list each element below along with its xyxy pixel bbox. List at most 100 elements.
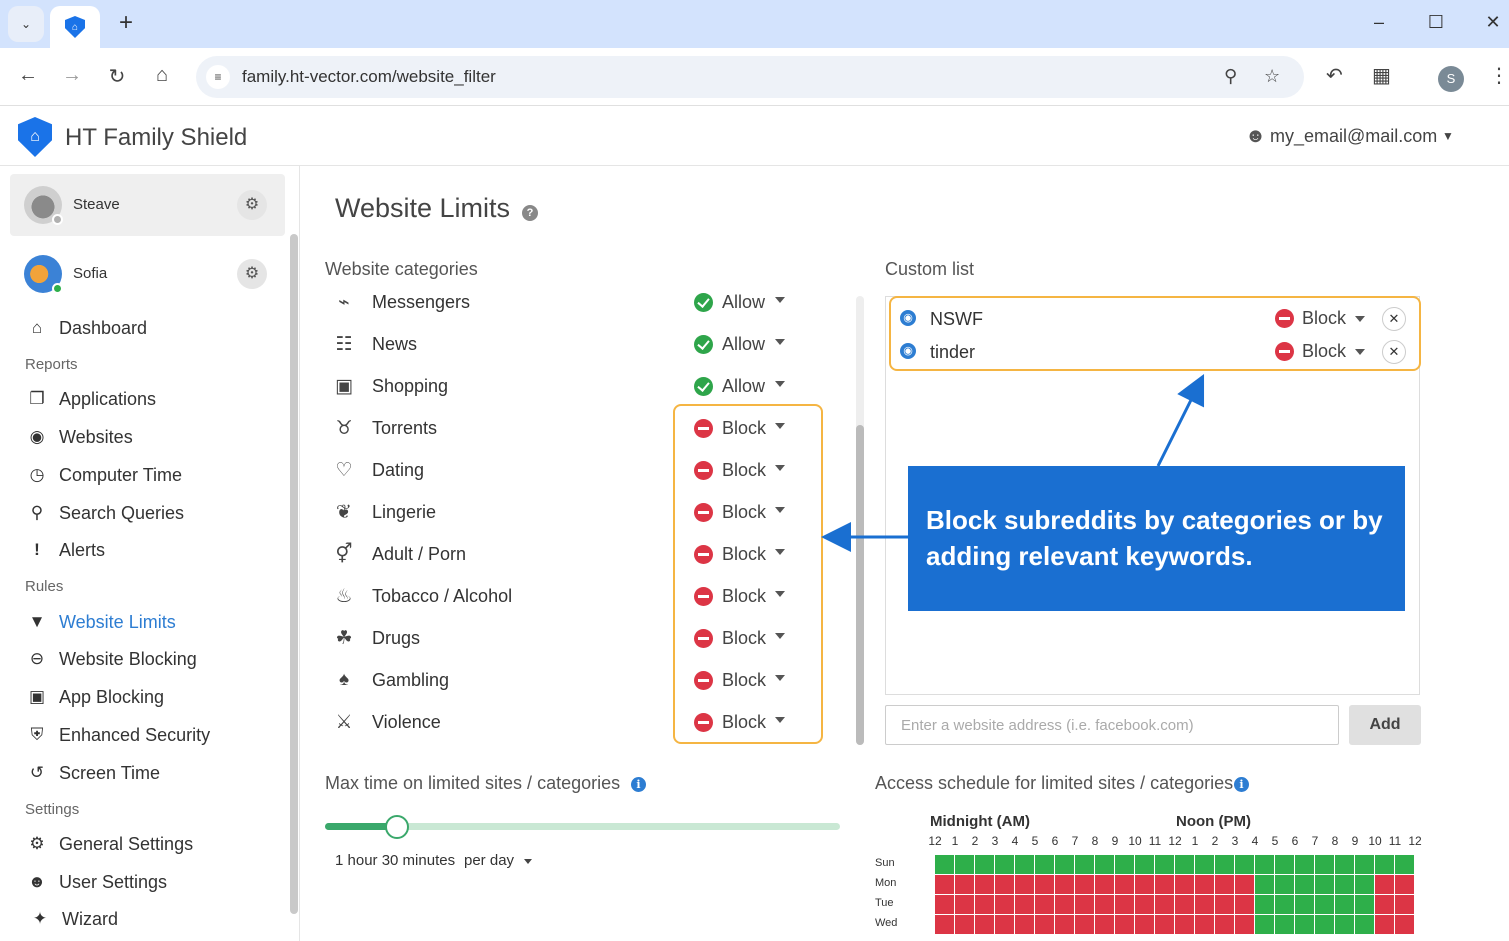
schedule-cell[interactable] [1195, 915, 1214, 934]
schedule-cell[interactable] [1335, 895, 1354, 914]
sidebar-item-websites[interactable]: ◉ Websites [26, 423, 133, 451]
forward-arrow-icon[interactable]: → [59, 64, 85, 87]
schedule-cell[interactable] [1015, 895, 1034, 914]
info-icon[interactable]: i [631, 777, 646, 792]
schedule-cell[interactable] [1055, 855, 1074, 874]
schedule-cell[interactable] [1015, 915, 1034, 934]
child-profile-sofia[interactable]: Sofia ⚙ [10, 243, 285, 305]
schedule-cell[interactable] [1395, 915, 1414, 934]
sidebar-item-website-blocking[interactable]: ⊖ Website Blocking [26, 645, 197, 673]
schedule-cell[interactable] [995, 895, 1014, 914]
sidebar-item-wizard[interactable]: ✦ Wizard [29, 905, 118, 933]
schedule-cell[interactable] [955, 895, 974, 914]
schedule-cell[interactable] [1315, 855, 1334, 874]
schedule-cell[interactable] [1355, 915, 1374, 934]
schedule-cell[interactable] [1115, 875, 1134, 894]
schedule-cell[interactable] [1255, 895, 1274, 914]
schedule-cell[interactable] [1375, 875, 1394, 894]
home-icon[interactable]: ⌂ [149, 64, 175, 87]
schedule-cell[interactable] [1075, 855, 1094, 874]
schedule-cell[interactable] [1235, 915, 1254, 934]
site-info-icon[interactable]: ≡ [206, 65, 230, 89]
schedule-cell[interactable] [1315, 915, 1334, 934]
schedule-cell[interactable] [1275, 875, 1294, 894]
user-email[interactable]: my_email@mail.com [1270, 126, 1437, 147]
sidebar-item-website-limits[interactable]: ▼ Website Limits [26, 608, 176, 636]
schedule-cell[interactable] [1175, 875, 1194, 894]
schedule-cell[interactable] [1075, 875, 1094, 894]
schedule-cell[interactable] [1075, 895, 1094, 914]
schedule-cell[interactable] [935, 875, 954, 894]
schedule-cell[interactable] [1215, 855, 1234, 874]
schedule-cell[interactable] [1275, 855, 1294, 874]
extensions-puzzle-icon[interactable]: ▦ [1372, 63, 1391, 88]
schedule-cell[interactable] [1095, 875, 1114, 894]
reload-icon[interactable]: ↻ [104, 64, 130, 89]
schedule-cell[interactable] [935, 895, 954, 914]
schedule-cell[interactable] [935, 915, 954, 934]
schedule-cell[interactable] [995, 875, 1014, 894]
menu-dots-icon[interactable]: ⋮ [1489, 63, 1509, 88]
schedule-cell[interactable] [1395, 895, 1414, 914]
schedule-cell[interactable] [1075, 915, 1094, 934]
check-circle-icon[interactable] [694, 293, 713, 312]
category-status-select[interactable]: Allow [722, 292, 765, 313]
profile-avatar[interactable]: S [1438, 66, 1464, 92]
schedule-cell[interactable] [1315, 875, 1334, 894]
schedule-cell[interactable] [1255, 875, 1274, 894]
category-scroll-thumb[interactable] [856, 425, 864, 745]
schedule-cell[interactable] [975, 915, 994, 934]
close-icon[interactable]: ✕ [1481, 12, 1505, 33]
help-question-icon[interactable]: ? [522, 205, 538, 221]
schedule-cell[interactable] [975, 875, 994, 894]
child-profile-steave[interactable]: Steave ⚙ [10, 174, 285, 236]
schedule-cell[interactable] [1135, 875, 1154, 894]
browser-tab[interactable]: ⌂ [50, 6, 100, 48]
caret-down-icon[interactable] [775, 381, 785, 387]
schedule-cell[interactable] [1295, 915, 1314, 934]
schedule-cell[interactable] [1275, 895, 1294, 914]
schedule-cell[interactable] [1135, 915, 1154, 934]
sidebar-item-user-settings[interactable]: ☻ User Settings [26, 868, 167, 896]
sidebar-item-applications[interactable]: ❐ Applications [26, 385, 156, 413]
website-address-input[interactable] [885, 705, 1339, 745]
schedule-cell[interactable] [1375, 855, 1394, 874]
schedule-cell[interactable] [955, 915, 974, 934]
new-tab-plus-icon[interactable]: + [112, 10, 140, 38]
sidebar-item-general-settings[interactable]: ⚙ General Settings [26, 830, 193, 858]
schedule-cell[interactable] [1095, 915, 1114, 934]
schedule-cell[interactable] [935, 855, 954, 874]
schedule-cell[interactable] [995, 855, 1014, 874]
schedule-cell[interactable] [1255, 855, 1274, 874]
schedule-cell[interactable] [1295, 875, 1314, 894]
share-back-icon[interactable]: ↶ [1326, 63, 1343, 88]
check-circle-icon[interactable] [694, 377, 713, 396]
schedule-cell[interactable] [1275, 915, 1294, 934]
schedule-cell[interactable] [1355, 875, 1374, 894]
schedule-cell[interactable] [1055, 895, 1074, 914]
schedule-cell[interactable] [1315, 895, 1334, 914]
schedule-cell[interactable] [1055, 875, 1074, 894]
schedule-cell[interactable] [1175, 915, 1194, 934]
caret-down-icon[interactable]: ▼ [1442, 129, 1454, 143]
schedule-cell[interactable] [1235, 855, 1254, 874]
schedule-cell[interactable] [1375, 895, 1394, 914]
sidebar-item-search-queries[interactable]: ⚲ Search Queries [26, 499, 184, 527]
gear-icon[interactable]: ⚙ [237, 190, 267, 220]
schedule-cell[interactable] [1035, 855, 1054, 874]
schedule-cell[interactable] [1135, 855, 1154, 874]
schedule-cell[interactable] [955, 875, 974, 894]
sidebar-item-dashboard[interactable]: ⌂ Dashboard [26, 314, 147, 342]
schedule-cell[interactable] [1215, 895, 1234, 914]
schedule-cell[interactable] [1035, 875, 1054, 894]
schedule-cell[interactable] [1335, 875, 1354, 894]
info-icon[interactable]: i [1234, 777, 1249, 792]
sidebar-item-alerts[interactable]: ! Alerts [26, 536, 105, 564]
bookmark-star-icon[interactable]: ☆ [1264, 66, 1280, 87]
category-status-select[interactable]: Allow [722, 334, 765, 355]
maximize-icon[interactable]: ☐ [1424, 12, 1448, 33]
schedule-cell[interactable] [1155, 855, 1174, 874]
schedule-cell[interactable] [1135, 895, 1154, 914]
schedule-cell[interactable] [1215, 915, 1234, 934]
schedule-cell[interactable] [1355, 895, 1374, 914]
